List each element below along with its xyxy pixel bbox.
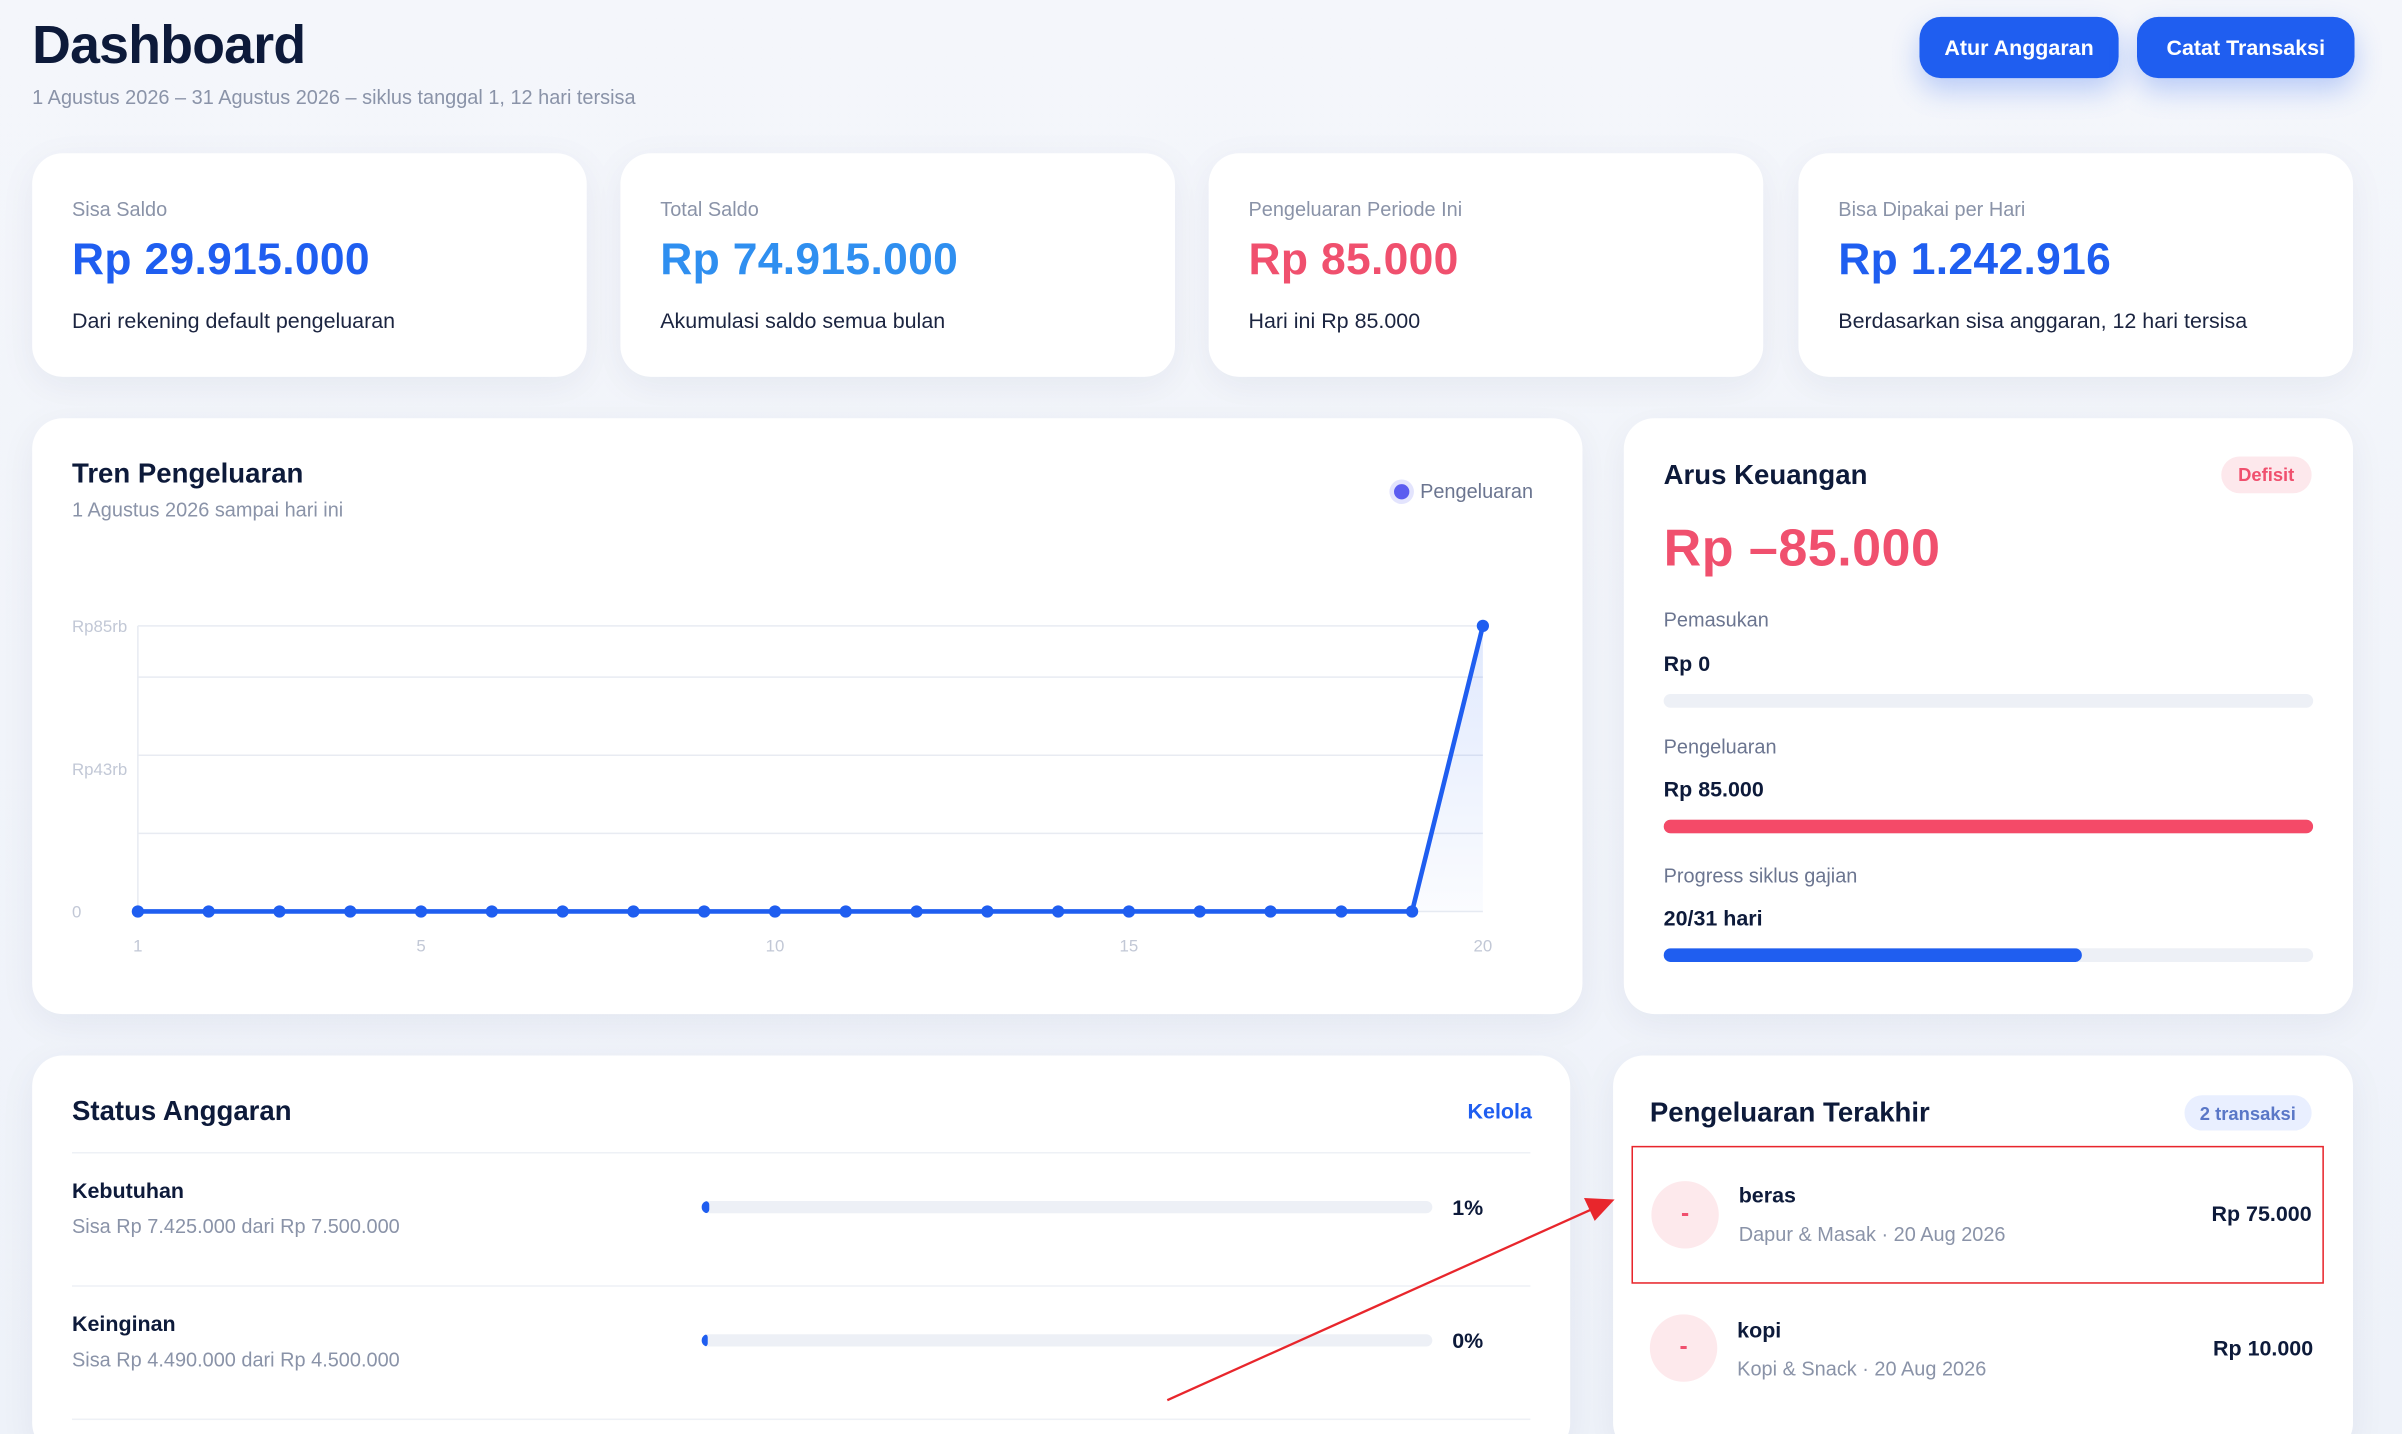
cycle-label: Progress siklus gajian — [1663, 863, 1858, 887]
stat-card-period-expense: Pengeluaran Periode Ini Rp 85.000 Hari i… — [1208, 153, 1764, 377]
expense-trend-chart: 0Rp43rbRp85rb1 5 10 15 20 — [72, 617, 1493, 955]
data-point — [1476, 619, 1490, 632]
data-point — [1052, 905, 1065, 918]
budget-progress-track — [701, 1334, 1433, 1347]
y-tick-label: Rp43rb — [72, 760, 127, 779]
expense-minus-icon: - — [1651, 1181, 1719, 1249]
budget-title: Status Anggaran — [71, 1095, 292, 1126]
net-cashflow-value: Rp –85.000 — [1663, 519, 1941, 578]
income-label: Pemasukan — [1663, 608, 1769, 632]
expense-trend-card: Tren Pengeluaran 1 Agustus 2026 sampai h… — [32, 418, 1583, 1015]
stat-desc: Akumulasi saldo semua bulan — [660, 307, 946, 333]
stat-label: Sisa Saldo — [71, 197, 168, 221]
income-value: Rp 0 — [1663, 651, 1711, 676]
data-point — [131, 905, 144, 918]
y-tick-label: Rp85rb — [72, 617, 127, 636]
expense-amount: Rp 75.000 — [2211, 1201, 2312, 1226]
expense-value: Rp 85.000 — [1663, 776, 1764, 802]
cycle-progress-fill — [1663, 948, 2083, 963]
budget-status-card: Status Anggaran Kelola Kebutuhan Sisa Rp… — [32, 1055, 1571, 1434]
stat-value: Rp 1.242.916 — [1838, 235, 2112, 285]
cashflow-card: Arus Keuangan Defisit Rp –85.000 Pemasuk… — [1623, 418, 2353, 1015]
data-point — [768, 905, 782, 918]
x-tick-label: 20 — [1474, 936, 1493, 955]
series-line-pengeluaran — [135, 623, 1486, 914]
budget-remaining: Sisa Rp 7.425.000 dari Rp 7.500.000 — [71, 1214, 400, 1238]
budget-percent: 0% — [1452, 1328, 1484, 1353]
budget-name: Keinginan — [71, 1311, 176, 1336]
divider — [71, 1151, 1531, 1154]
expense-category-date: Dapur & Masak · 20 Aug 2026 — [1738, 1222, 2006, 1246]
stat-value: Rp 85.000 — [1248, 235, 1459, 285]
expense-name: beras — [1738, 1182, 1796, 1208]
budget-remaining: Sisa Rp 4.490.000 dari Rp 4.500.000 — [71, 1348, 400, 1372]
record-transaction-button[interactable]: Catat Transaksi — [2137, 16, 2355, 79]
set-budget-button[interactable]: Atur Anggaran — [1919, 16, 2119, 79]
stat-card-remaining-balance: Sisa Saldo Rp 29.915.000 Dari rekening d… — [32, 153, 587, 377]
recent-expenses-card: Pengeluaran Terakhir 2 transaksi - beras… — [1613, 1055, 2353, 1434]
manage-budget-link[interactable]: Kelola — [1468, 1098, 1532, 1123]
x-tick-label: 10 — [766, 936, 785, 955]
budget-progress-fill — [701, 1201, 709, 1214]
transaction-count-badge: 2 transaksi — [2184, 1095, 2312, 1131]
cycle-progress-track — [1663, 948, 2314, 963]
dashboard-page: Dashboard 1 Agustus 2026 – 31 Agustus 20… — [0, 0, 2402, 1434]
data-point — [1264, 905, 1277, 918]
data-point — [981, 905, 994, 918]
recent-title: Pengeluaran Terakhir — [1649, 1096, 1930, 1128]
cycle-value: 20/31 hari — [1663, 905, 1763, 930]
stat-desc: Hari ini Rp 85.000 — [1248, 307, 1421, 333]
stat-card-total-balance: Total Saldo Rp 74.915.000 Akumulasi sald… — [620, 153, 1175, 377]
data-point — [698, 905, 711, 918]
data-point — [273, 905, 286, 918]
data-point — [202, 905, 215, 918]
income-progress-track — [1663, 693, 2314, 708]
divider — [71, 1285, 1531, 1287]
data-point — [556, 905, 569, 918]
x-tick-label: 5 — [416, 936, 425, 955]
budget-percent: 1% — [1452, 1194, 1484, 1220]
divider — [71, 1418, 1531, 1421]
y-tick-label: 0 — [72, 903, 81, 922]
x-tick-label: 1 — [133, 936, 142, 955]
series-area-pengeluaran — [137, 625, 1483, 912]
x-tick-label: 15 — [1120, 936, 1139, 955]
data-point — [344, 905, 357, 918]
expense-item[interactable]: - kopi Kopi & Snack · 20 Aug 2026 Rp 10.… — [1631, 1282, 2323, 1420]
expense-minus-icon: - — [1649, 1314, 1718, 1382]
stat-label: Total Saldo — [660, 197, 759, 221]
deficit-badge: Defisit — [2221, 456, 2312, 494]
budget-progress-fill — [701, 1334, 708, 1347]
stat-card-daily-allowance: Bisa Dipakai per Hari Rp 1.242.916 Berda… — [1798, 153, 2353, 377]
cashflow-title: Arus Keuangan — [1663, 459, 1868, 491]
data-point — [485, 905, 498, 918]
data-point — [839, 905, 852, 918]
data-point — [910, 905, 923, 918]
expense-progress-track — [1663, 819, 2314, 834]
stat-desc: Dari rekening default pengeluaran — [71, 307, 396, 333]
data-point — [627, 905, 640, 918]
expense-progress-fill — [1663, 819, 2314, 834]
data-point — [1193, 905, 1206, 918]
expense-label: Pengeluaran — [1663, 735, 1777, 759]
budget-name: Kebutuhan — [71, 1178, 184, 1203]
stat-label: Pengeluaran Periode Ini — [1248, 197, 1463, 221]
stat-value: Rp 29.915.000 — [71, 235, 370, 285]
budget-progress-track — [701, 1201, 1433, 1214]
annotation-arrow-head — [1583, 1197, 1615, 1221]
data-point — [1405, 905, 1419, 918]
data-point — [1335, 905, 1348, 918]
stat-desc: Berdasarkan sisa anggaran, 12 hari tersi… — [1838, 307, 2248, 333]
expense-category-date: Kopi & Snack · 20 Aug 2026 — [1737, 1357, 1987, 1381]
expense-amount: Rp 10.000 — [2213, 1335, 2314, 1361]
page-title: Dashboard — [32, 15, 306, 76]
expense-name: kopi — [1737, 1317, 1782, 1342]
stat-label: Bisa Dipakai per Hari — [1838, 197, 2026, 221]
stat-value: Rp 74.915.000 — [660, 235, 959, 285]
data-point — [414, 905, 428, 918]
data-point — [1122, 905, 1136, 918]
expense-item[interactable]: - beras Dapur & Masak · 20 Aug 2026 Rp 7… — [1631, 1145, 2324, 1284]
page-subtitle: 1 Agustus 2026 – 31 Agustus 2026 – siklu… — [32, 85, 636, 109]
